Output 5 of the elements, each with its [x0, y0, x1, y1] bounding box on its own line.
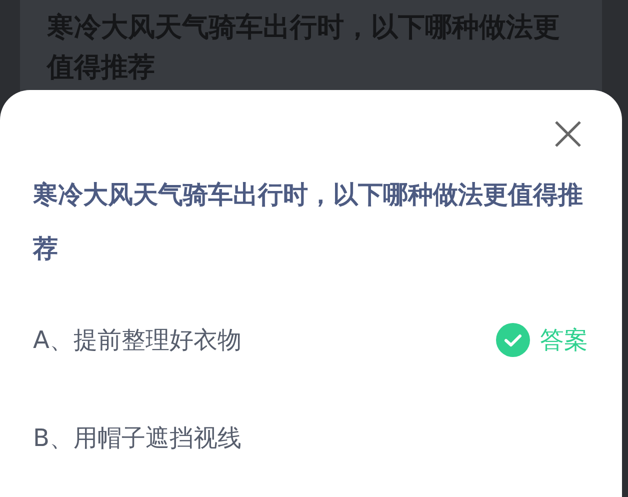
answer-label: 答案 — [540, 325, 588, 356]
question-title: 寒冷大风天气骑车出行时，以下哪种做法更值得推荐 — [33, 179, 584, 265]
close-icon[interactable] — [554, 120, 582, 148]
option-text[interactable]: A、提前整理好衣物 — [33, 324, 496, 356]
option-text[interactable]: B、用帽子遮挡视线 — [33, 422, 588, 454]
